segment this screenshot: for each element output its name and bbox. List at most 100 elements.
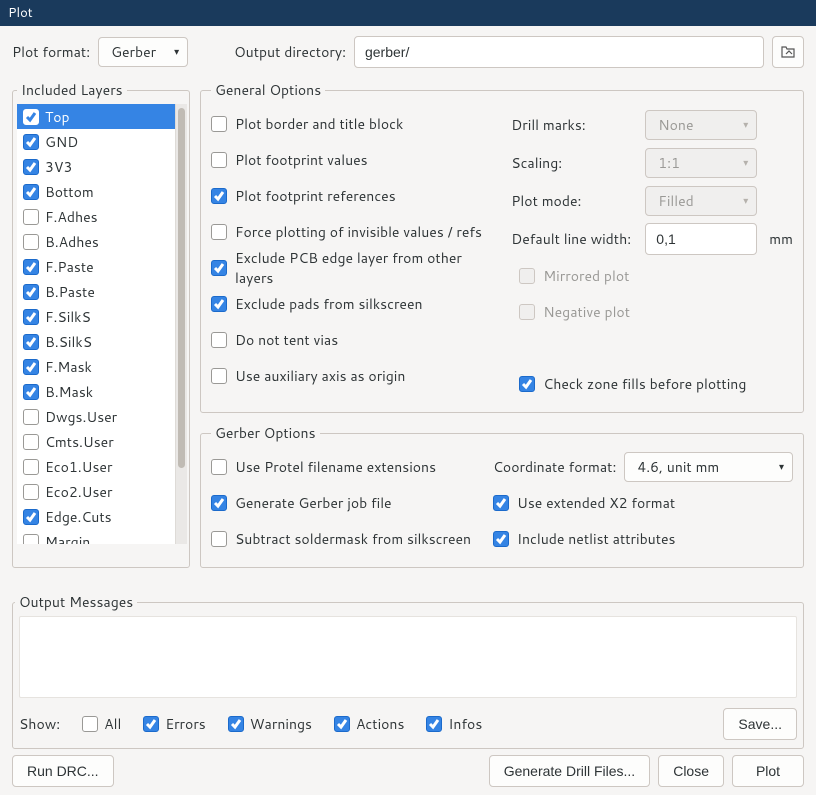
browse-button[interactable]: [772, 36, 804, 68]
checkbox-icon: [211, 531, 227, 547]
layer-item-f-silks[interactable]: F.SilkS: [17, 304, 175, 329]
show-errors-checkbox[interactable]: Errors: [143, 714, 205, 734]
included-layers-legend: Included Layers: [17, 80, 127, 100]
layer-label: Margin: [45, 532, 90, 545]
checkbox-icon: [23, 509, 39, 525]
option-checkbox[interactable]: Plot footprint references: [211, 178, 491, 214]
line-width-input[interactable]: [645, 223, 757, 255]
checkbox-icon: [23, 209, 39, 225]
layer-label: F.SilkS: [45, 307, 91, 327]
show-actions-checkbox[interactable]: Actions: [334, 714, 404, 734]
layer-item-b-adhes[interactable]: B.Adhes: [17, 229, 175, 254]
plot-mode-combobox[interactable]: Filled ▾: [645, 186, 757, 216]
scaling-label: Scaling:: [511, 153, 637, 173]
option-checkbox[interactable]: Include netlist attributes: [493, 521, 793, 557]
checkbox-icon: [23, 234, 39, 250]
drill-marks-row: Drill marks: None ▾: [511, 106, 793, 144]
scaling-row: Scaling: 1:1 ▾: [511, 144, 793, 182]
layer-item-edge-cuts[interactable]: Edge.Cuts: [17, 504, 175, 529]
layer-label: 3V3: [45, 157, 72, 177]
plot-format-label: Plot format:: [12, 42, 90, 62]
layer-label: Top: [45, 107, 70, 127]
option-checkbox[interactable]: Check zone fills before plotting: [511, 366, 793, 402]
plot-format-combobox[interactable]: Gerber ▾: [98, 37, 188, 67]
layers-scrollbar[interactable]: [175, 104, 187, 544]
checkbox-icon: [23, 259, 39, 275]
drill-marks-label: Drill marks:: [511, 115, 637, 135]
checkbox-icon: [23, 334, 39, 350]
layer-item-gnd[interactable]: GND: [17, 129, 175, 154]
option-checkbox[interactable]: Exclude PCB edge layer from other layers: [211, 250, 491, 286]
option-checkbox[interactable]: Plot footprint values: [211, 142, 491, 178]
line-width-row: Default line width: mm: [511, 220, 793, 258]
layer-list[interactable]: TopGND 3V3BottomF.Adhes B.AdhesF.PasteB.Pa…: [17, 104, 175, 544]
show-label: Show:: [19, 714, 60, 734]
scrollbar-thumb[interactable]: [178, 108, 185, 468]
layer-item-dwgs-user[interactable]: Dwgs.User: [17, 404, 175, 429]
layer-item-eco1-user[interactable]: Eco1.User: [17, 454, 175, 479]
layer-item-top[interactable]: Top: [17, 104, 175, 129]
general-right: Drill marks: None ▾ Scaling: 1:1 ▾: [511, 106, 793, 402]
show-warnings-checkbox[interactable]: Warnings: [228, 714, 312, 734]
coordinate-format-combobox[interactable]: 4.6, unit mm▾: [624, 452, 793, 482]
save-button[interactable]: Save...: [723, 708, 797, 740]
output-directory-input[interactable]: [354, 36, 764, 68]
layer-item-f-mask[interactable]: F.Mask: [17, 354, 175, 379]
checkbox-icon: [211, 368, 227, 384]
layer-item-margin[interactable]: Margin: [17, 529, 175, 544]
coordinate-format-label: Coordinate format:: [493, 457, 616, 477]
bottom-row: Run DRC... Generate Drill Files... Close…: [12, 749, 804, 787]
line-width-unit: mm: [769, 229, 793, 249]
checkbox-icon: [211, 459, 227, 475]
layer-item-3v3[interactable]: 3V3: [17, 154, 175, 179]
layer-label: F.Mask: [45, 357, 92, 377]
output-messages-group: Output Messages Show: All Errors Warning…: [12, 580, 804, 749]
right-column: General Options Plot border and title bl…: [200, 80, 804, 568]
layer-item-b-paste[interactable]: B.Paste: [17, 279, 175, 304]
gerber-options-legend: Gerber Options: [211, 423, 320, 443]
option-checkbox[interactable]: Plot border and title block: [211, 106, 491, 142]
output-messages-area[interactable]: [19, 616, 797, 698]
option-checkbox[interactable]: Force plotting of invisible values / ref…: [211, 214, 491, 250]
content: Plot format: Gerber ▾ Output directory: …: [0, 26, 816, 795]
layer-item-b-mask[interactable]: B.Mask: [17, 379, 175, 404]
option-checkbox[interactable]: Use Protel filename extensions: [211, 449, 473, 485]
checkbox-icon: [211, 260, 227, 276]
option-checkbox[interactable]: Generate Gerber job file: [211, 485, 473, 521]
close-button[interactable]: Close: [658, 755, 724, 787]
layer-item-f-adhes[interactable]: F.Adhes: [17, 204, 175, 229]
option-checkbox[interactable]: Use extended X2 format: [493, 485, 793, 521]
layer-item-f-paste[interactable]: F.Paste: [17, 254, 175, 279]
layer-label: B.Mask: [45, 382, 93, 402]
included-layers-group: Included Layers TopGND 3V3BottomF.Adhes B.…: [12, 80, 190, 568]
plot-button[interactable]: Plot: [732, 755, 804, 787]
checkbox-icon: [23, 184, 39, 200]
checkbox-icon: [23, 484, 39, 500]
generate-drill-files-button[interactable]: Generate Drill Files...: [489, 755, 650, 787]
option-checkbox[interactable]: Do not tent vias: [211, 322, 491, 358]
output-messages-legend: Output Messages: [15, 592, 137, 612]
checkbox-icon: [211, 332, 227, 348]
layer-label: B.Adhes: [45, 232, 99, 252]
checkbox-icon: [211, 495, 227, 511]
layer-label: Eco2.User: [45, 482, 112, 502]
layer-item-cmts-user[interactable]: Cmts.User: [17, 429, 175, 454]
show-row: Show: All Errors Warnings Actions Infos …: [19, 698, 797, 744]
option-checkbox[interactable]: Subtract soldermask from silkscreen: [211, 521, 473, 557]
layer-item-b-silks[interactable]: B.SilkS: [17, 329, 175, 354]
window-title: Plot: [8, 4, 33, 22]
checkbox-icon: [211, 296, 227, 312]
option-checkbox[interactable]: Use auxiliary axis as origin: [211, 358, 491, 394]
checkbox-icon: [23, 109, 39, 125]
layer-item-bottom[interactable]: Bottom: [17, 179, 175, 204]
drill-marks-combobox[interactable]: None ▾: [645, 110, 757, 140]
layer-item-eco2-user[interactable]: Eco2.User: [17, 479, 175, 504]
checkbox-icon: [23, 434, 39, 450]
show-all-checkbox[interactable]: All: [82, 714, 121, 734]
scaling-combobox[interactable]: 1:1 ▾: [645, 148, 757, 178]
plot-mode-row: Plot mode: Filled ▾: [511, 182, 793, 220]
layer-label: B.SilkS: [45, 332, 92, 352]
run-drc-button[interactable]: Run DRC...: [12, 755, 114, 787]
option-checkbox[interactable]: Exclude pads from silkscreen: [211, 286, 491, 322]
show-infos-checkbox[interactable]: Infos: [426, 714, 482, 734]
